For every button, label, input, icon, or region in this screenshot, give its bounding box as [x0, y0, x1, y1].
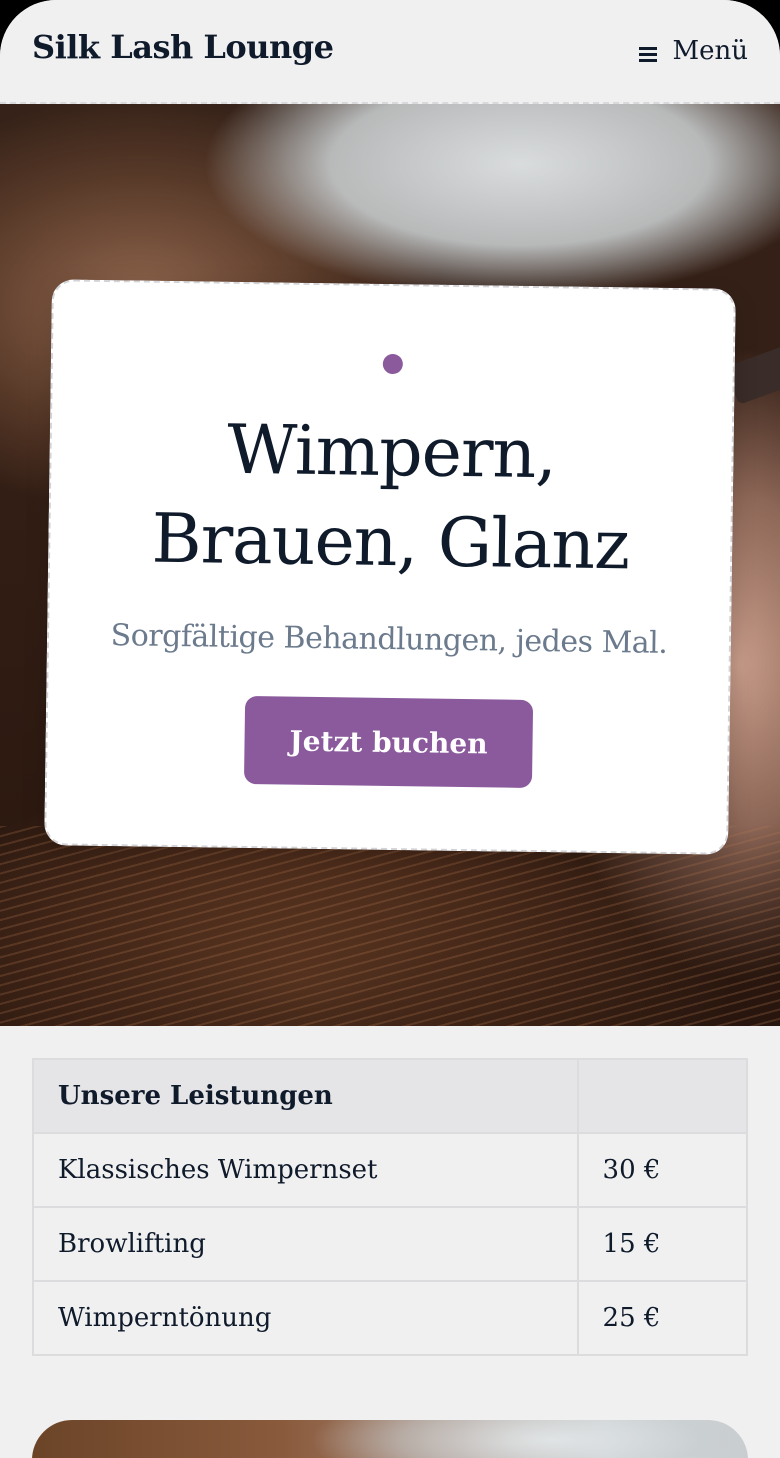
service-name: Wimperntönung: [32, 1280, 579, 1356]
service-price: 30 €: [576, 1132, 749, 1208]
table-row: Klassisches Wimpernset 30 €: [32, 1132, 749, 1208]
menu-button[interactable]: Menü: [638, 36, 749, 66]
book-now-button[interactable]: Jetzt buchen: [243, 695, 534, 789]
service-name: Klassisches Wimpernset: [32, 1132, 579, 1208]
hero-card: Wimpern, Brauen, Glanz Sorgfältige Behan…: [44, 279, 736, 855]
services-table: Unsere Leistungen Klassisches Wimpernset…: [32, 1058, 749, 1356]
service-price: 15 €: [576, 1206, 749, 1282]
accent-dot: [382, 353, 403, 375]
hero-section: Wimpern, Brauen, Glanz Sorgfältige Behan…: [0, 104, 780, 1026]
hero-subtitle: Sorgfältige Behandlungen, jedes Mal.: [110, 618, 668, 661]
menu-label: Menü: [672, 36, 749, 66]
table-row: Browlifting 15 €: [32, 1206, 749, 1282]
service-name: Browlifting: [32, 1206, 579, 1282]
hero-title: Wimpern, Brauen, Glanz: [151, 410, 630, 586]
price-heading: [576, 1058, 749, 1134]
gallery-preview-image: [32, 1420, 748, 1458]
hero-background-image: [0, 826, 780, 1026]
services-heading: Unsere Leistungen: [32, 1058, 579, 1134]
app-frame: Silk Lash Lounge Menü Wimpern, Brauen, G…: [0, 0, 780, 1458]
table-row: Wimperntönung 25 €: [32, 1280, 749, 1356]
site-header: Silk Lash Lounge Menü: [0, 0, 780, 104]
brand-logo[interactable]: Silk Lash Lounge: [32, 28, 334, 66]
hamburger-icon: [638, 47, 657, 62]
table-header-row: Unsere Leistungen: [32, 1058, 749, 1134]
service-price: 25 €: [576, 1280, 749, 1356]
